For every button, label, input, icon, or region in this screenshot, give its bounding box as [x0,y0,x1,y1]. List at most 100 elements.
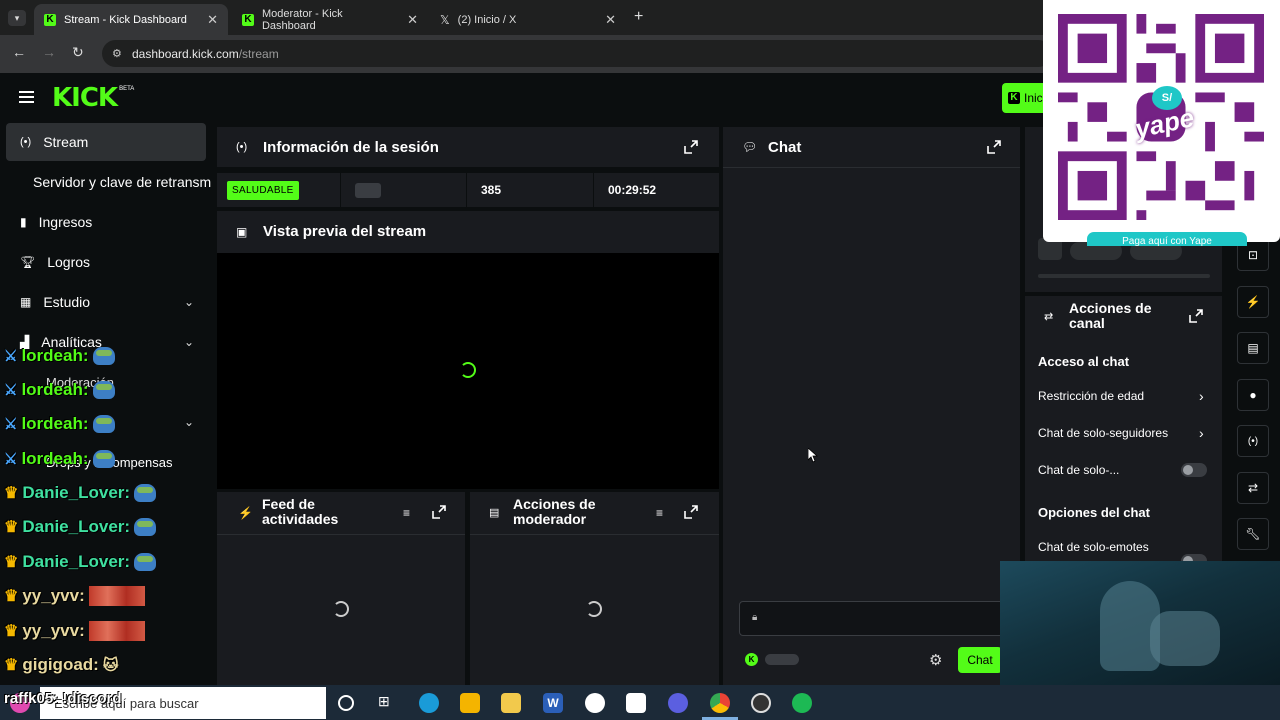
chevron-right-icon[interactable]: › [1199,388,1204,404]
wrench-icon[interactable]: 🔧︎ [1237,518,1269,550]
activity-feed-panel [217,492,465,685]
sidebar-item-stream[interactable]: (•) Stream [6,123,206,161]
loading-spinner [460,362,476,378]
lightning-icon[interactable]: ⚡ [1237,286,1269,318]
broadcast-icon: (•) [236,141,248,153]
overlay-username: yy_yvv: [22,621,85,640]
cortana-icon[interactable] [338,695,354,711]
sidebar-item-label: Servidor y clave de retransm [33,174,212,190]
x-icon: 𝕏 [440,12,450,27]
tab-moderator-dashboard[interactable]: K Moderator - Kick Dashboard ✕ [232,4,428,35]
expand-icon[interactable] [1189,309,1203,323]
chevron-down-icon: ⌄ [183,415,194,429]
spotify-icon[interactable] [792,693,812,713]
chart-icon: ▮ [20,215,27,229]
sidebar-item-studio[interactable]: ▦ Estudio ⌄ [6,283,206,321]
chevron-down-icon: ⌄ [183,335,194,349]
channel-icon[interactable]: ⇄ [1237,472,1269,504]
overlay-chat-line: ⚔ lordeah: [4,380,115,400]
expand-icon[interactable] [684,505,698,519]
chat-identity-pill[interactable] [765,654,799,665]
explorer-icon[interactable] [501,693,521,713]
store-icon[interactable] [460,693,480,713]
kick-icon: K [242,13,254,26]
reload-icon[interactable]: ↻ [72,44,84,61]
pepe-emote-icon [134,553,157,571]
stat-viewers: 385 [467,173,593,207]
sidebar-item-label: Logros [47,254,91,270]
overlay-username: raffk05: !discord [4,690,122,707]
mail-icon[interactable] [626,693,646,713]
loading-spinner [333,601,349,617]
trophy-icon: 🏆︎ [20,255,36,269]
age-restriction-link[interactable]: Restricción de edad [1038,389,1144,403]
gear-icon[interactable]: ⚙ [929,651,942,669]
expand-icon[interactable] [432,505,446,519]
divider [723,167,1020,168]
title-line: actividades [262,511,339,527]
expand-icon[interactable] [684,140,698,154]
filter-icon[interactable]: ≡ [403,506,410,520]
url-bar[interactable]: ⚙ dashboard.kick.com/stream [102,40,1052,67]
emotes-only-label: Chat de solo-emotes [1038,540,1149,554]
hamburger-menu-icon[interactable] [19,91,34,104]
chat-access-heading: Acceso al chat [1038,354,1130,369]
url-domain: dashboard.kick.com [132,46,239,61]
overlay-chat-line: ♛ gigigoad: 🐱︎ [4,655,118,675]
edge-icon[interactable] [419,693,439,713]
pepe-emote-icon [92,415,115,433]
mod-actions-title: Acciones de moderador [513,497,595,527]
site-settings-icon[interactable]: ⚙ [112,47,122,60]
send-chat-button[interactable]: Chat [958,647,1002,673]
pepe-emote-icon [92,381,115,399]
sidebar-item-achievements[interactable]: 🏆︎ Logros [6,243,206,281]
crown-badge-icon: ♛ [4,485,19,502]
webcam-overlay [1000,561,1280,685]
new-tab-icon[interactable]: + [634,8,643,26]
tab-search-button[interactable]: ▾ [8,10,26,26]
lock-icon: 🔒︎ [752,612,758,623]
document-icon[interactable]: ▤ [1237,332,1269,364]
app-icon[interactable] [668,693,688,713]
overlay-username: lordeah: [21,346,89,365]
sword-badge-icon: ⚔ [4,416,18,433]
subscribers-only-toggle[interactable] [1181,463,1207,477]
xbox-icon[interactable] [585,693,605,713]
overlay-chat-line: ♛ yy_yvv: [4,586,145,606]
back-icon[interactable]: ← [12,44,26,60]
close-icon[interactable]: ✕ [407,12,418,28]
divider [470,534,719,535]
mouse-cursor-icon [808,448,818,463]
obs-icon[interactable] [751,693,771,713]
overlay-username: lordeah: [21,414,89,433]
stat-health: SALUDABLE [217,173,340,207]
sidebar-item-label: Ingresos [38,214,93,230]
sidebar-item-revenue[interactable]: ▮ Ingresos [6,203,206,241]
close-icon[interactable]: ✕ [605,12,616,28]
placeholder-bar [1038,274,1210,278]
overlay-chat-line: ♛ Danie_Lover: [4,517,157,537]
forward-icon[interactable]: → [42,44,56,60]
lightning-icon: ⚡ [238,506,253,520]
kick-logo[interactable]: KICK BETA [52,85,134,111]
chat-input[interactable]: 🔒︎ [739,601,1020,636]
sidebar-item-server-key[interactable]: Servidor y clave de retransm [6,163,214,201]
followers-only-link[interactable]: Chat de solo-seguidores [1038,426,1168,440]
chevron-right-icon[interactable]: › [1199,425,1204,441]
crown-badge-icon: ♛ [4,657,19,674]
task-view-icon[interactable]: ⊞ [378,693,398,713]
tab-stream-dashboard[interactable]: K Stream - Kick Dashboard ✕ [34,4,228,35]
overlay-chat-line: raffk05: !discord [4,690,122,707]
yape-caption: Paga aquí con Yape [1087,232,1247,246]
chat-bubble-icon[interactable]: ● [1237,379,1269,411]
title-line: moderador [513,511,587,527]
chrome-icon[interactable] [710,693,730,713]
overlay-chat-line: ♛ yy_yvv: [4,621,145,641]
broadcast-icon[interactable]: (•) [1237,425,1269,457]
word-icon[interactable]: W [543,693,563,713]
filter-icon[interactable]: ≡ [656,506,663,520]
close-icon[interactable]: ✕ [207,12,218,28]
tab-x-home[interactable]: 𝕏 (2) Inicio / X ✕ [430,4,626,35]
emote-icon [88,586,145,606]
expand-icon[interactable] [987,140,1001,154]
